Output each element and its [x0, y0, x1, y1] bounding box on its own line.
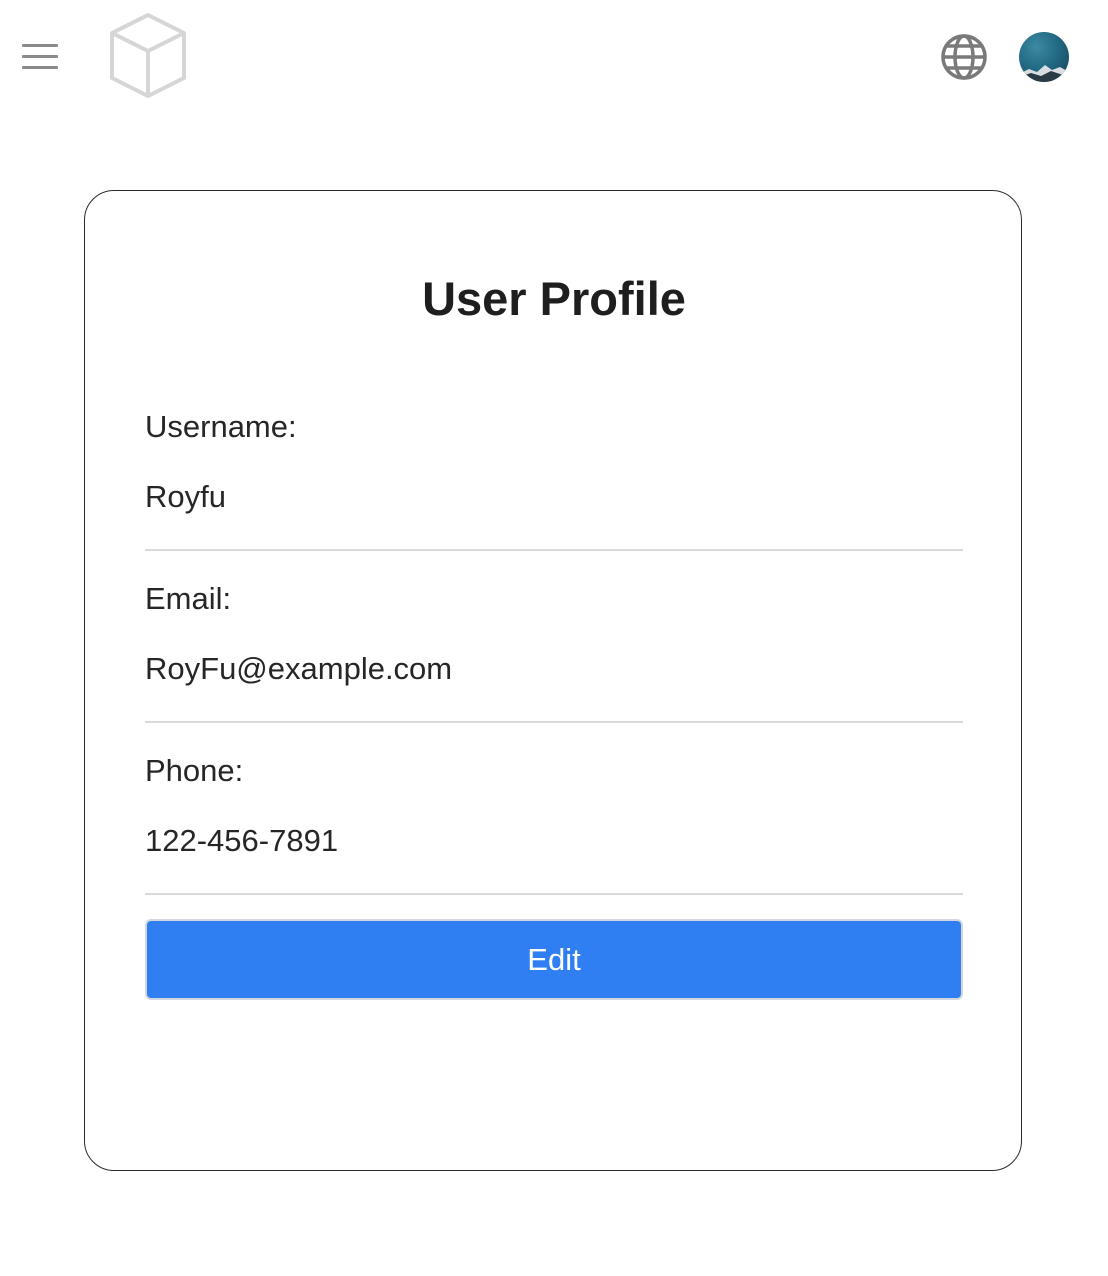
divider [145, 721, 963, 723]
page-title: User Profile [422, 272, 686, 325]
edit-button[interactable]: Edit [145, 919, 963, 1000]
cube-logo-icon[interactable] [104, 10, 192, 102]
user-avatar[interactable] [1019, 32, 1069, 82]
email-label: Email: [145, 581, 232, 616]
email-value: RoyFu@example.com [145, 651, 453, 686]
globe-icon[interactable] [938, 31, 990, 83]
top-bar [0, 0, 1108, 112]
phone-value: 122-456-7891 [145, 823, 339, 858]
username-label: Username: [145, 409, 297, 444]
profile-card: User Profile Username: Royfu Email: RoyF… [84, 190, 1022, 1171]
divider [145, 549, 963, 551]
phone-label: Phone: [145, 753, 244, 788]
hamburger-menu-icon[interactable] [18, 36, 62, 76]
username-value: Royfu [145, 479, 226, 514]
divider [145, 893, 963, 895]
